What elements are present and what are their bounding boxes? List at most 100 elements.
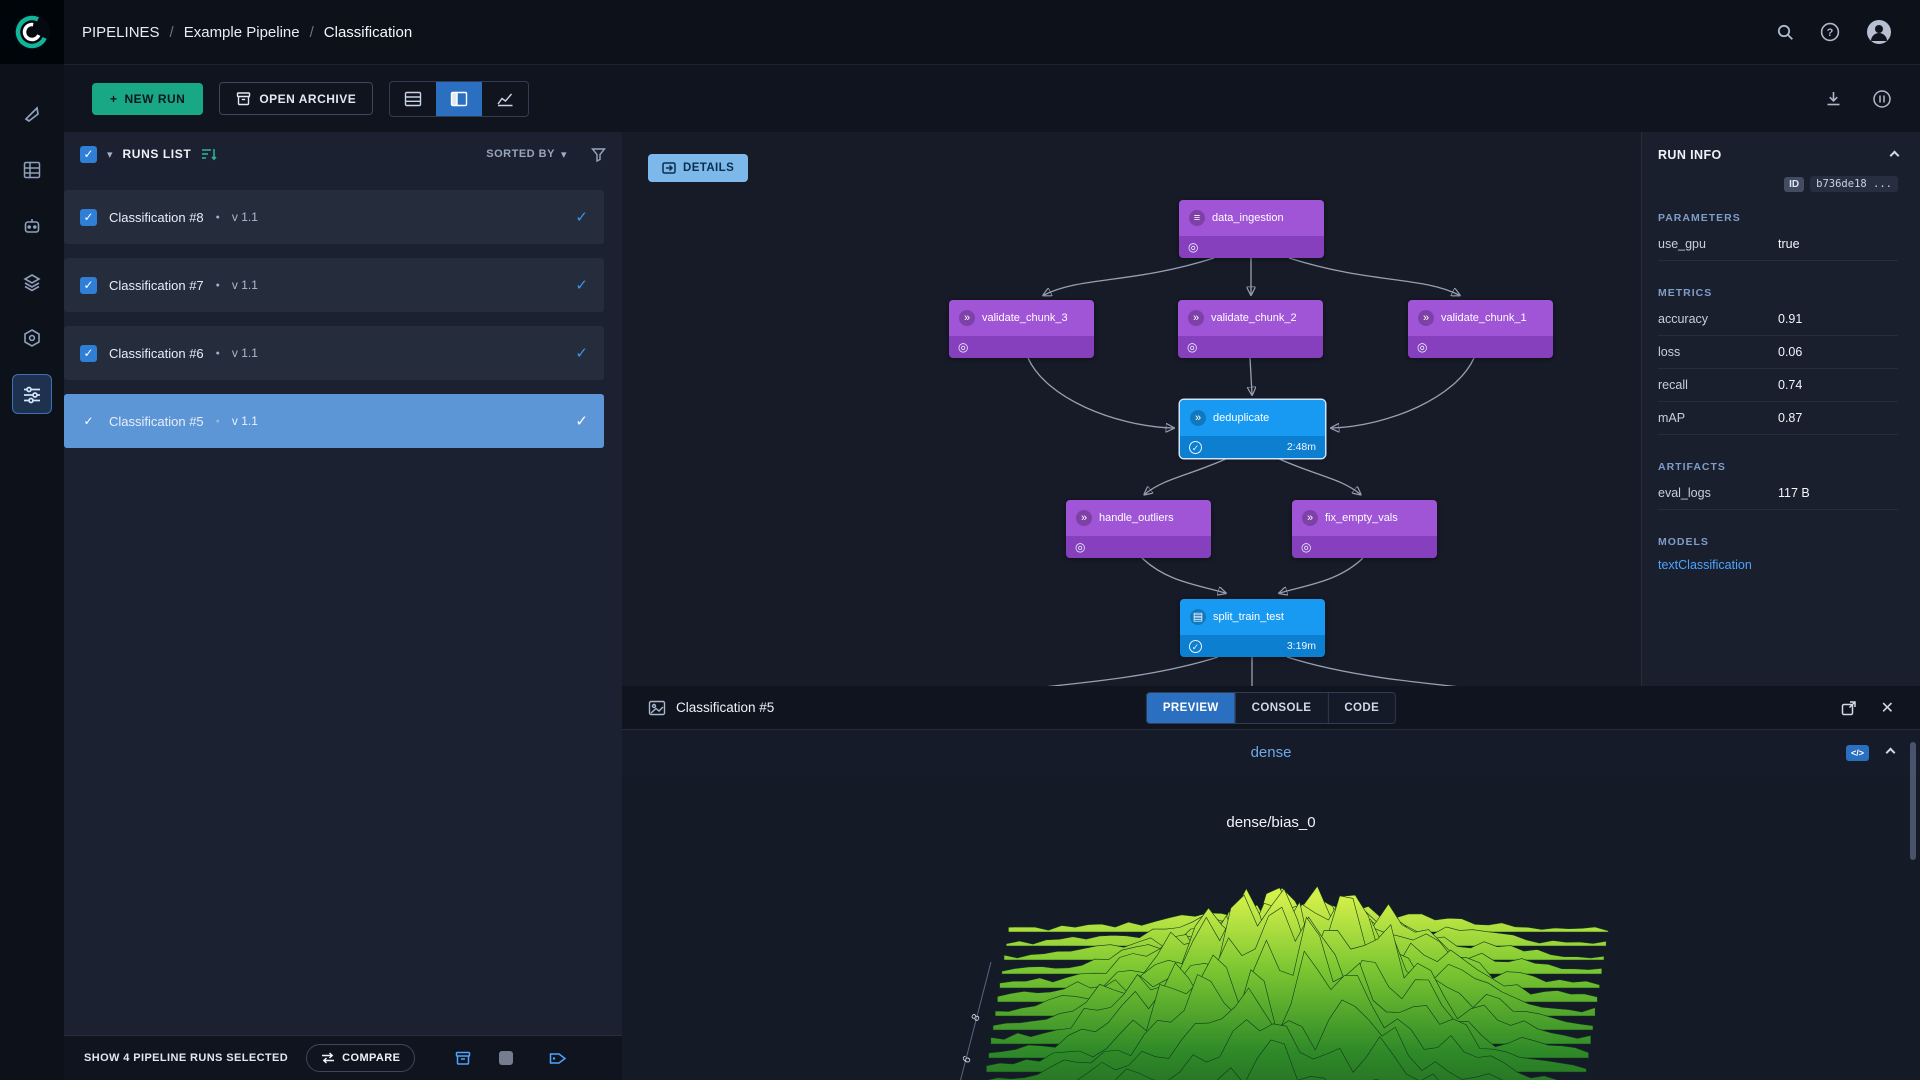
sidebar-item-workers[interactable] (12, 206, 52, 246)
select-all-checkbox[interactable]: ✓ (80, 146, 97, 163)
run-version: v 1.1 (232, 210, 258, 224)
id-value[interactable]: b736de18 ... (1810, 176, 1898, 192)
sort-icon[interactable] (201, 147, 217, 161)
tab-console[interactable]: CONSOLE (1235, 693, 1328, 723)
collapse-chevron-icon[interactable] (1890, 150, 1900, 160)
separator-dot-icon: ● (216, 418, 220, 425)
node-validate-chunk-2[interactable]: »validate_chunk_2 ◎ (1178, 300, 1323, 358)
chevrons-icon: » (959, 310, 975, 326)
node-label: validate_chunk_2 (1211, 312, 1297, 324)
check-circle-icon: ✓ (1189, 441, 1202, 454)
download-icon[interactable] (1825, 90, 1842, 107)
table-view-icon[interactable] (390, 82, 436, 116)
clearml-logo[interactable] (0, 0, 64, 64)
filter-icon[interactable] (591, 147, 606, 162)
info-key: recall (1658, 378, 1778, 392)
open-archive-button[interactable]: OPEN ARCHIVE (219, 82, 373, 115)
selection-count-text: SHOW 4 PIPELINE RUNS SELECTED (84, 1052, 288, 1064)
search-icon[interactable] (1776, 23, 1794, 41)
details-button[interactable]: DETAILS (648, 154, 748, 182)
svg-text:?: ? (1827, 27, 1834, 39)
node-runtime: 3:19m (1287, 640, 1316, 652)
cached-icon: ◎ (1187, 341, 1197, 353)
sidebar-item-layers[interactable] (12, 262, 52, 302)
info-row: eval_logs117 B (1658, 477, 1898, 510)
node-fix-empty-vals[interactable]: »fix_empty_vals ◎ (1292, 500, 1437, 558)
separator-dot-icon: ● (216, 350, 220, 357)
view-toggle (389, 81, 529, 117)
new-run-button[interactable]: + NEW RUN (92, 83, 203, 115)
run-version: v 1.1 (232, 414, 258, 428)
expand-icon[interactable] (1841, 700, 1857, 716)
chevrons-icon: » (1302, 510, 1318, 526)
sidebar-item-datasets[interactable] (12, 150, 52, 190)
archive-selected-icon[interactable] (455, 1050, 471, 1066)
run-row[interactable]: ✓Classification #5●v 1.1✓ (64, 394, 604, 448)
surface-plot[interactable]: 864title (891, 842, 1651, 1080)
check-circle-icon: ✓ (1189, 640, 1202, 653)
run-name: Classification #7 (109, 278, 204, 293)
artifacts-rows: eval_logs117 B (1658, 477, 1898, 510)
compare-label: COMPARE (342, 1052, 400, 1064)
plot-title: dense/bias_0 (622, 814, 1920, 831)
breadcrumb-project[interactable]: Example Pipeline (184, 24, 300, 41)
user-avatar[interactable] (1866, 19, 1892, 45)
run-row[interactable]: ✓Classification #6●v 1.1✓ (64, 326, 604, 380)
code-badge-icon[interactable]: </> (1846, 745, 1869, 761)
separator-dot-icon: ● (216, 282, 220, 289)
close-icon[interactable]: ✕ (1881, 698, 1894, 718)
run-id-row: ID b736de18 ... (1658, 176, 1898, 192)
compare-button[interactable]: COMPARE (306, 1044, 415, 1072)
node-split-train-test[interactable]: ▤split_train_test ✓3:19m (1180, 599, 1325, 657)
run-checkbox[interactable]: ✓ (80, 209, 97, 226)
tag-icon[interactable] (549, 1051, 567, 1066)
chevron-down-icon[interactable]: ▾ (107, 148, 113, 161)
chart-view-icon[interactable] (482, 82, 528, 116)
info-value: 0.87 (1778, 411, 1802, 425)
metric-section-bar[interactable]: dense </> (622, 730, 1920, 776)
sidebar-item-pipelines[interactable] (12, 374, 52, 414)
run-checkbox[interactable]: ✓ (80, 345, 97, 362)
node-label: fix_empty_vals (1325, 512, 1398, 524)
info-value: true (1778, 237, 1800, 251)
image-icon (648, 700, 666, 716)
selection-footer: SHOW 4 PIPELINE RUNS SELECTED COMPARE (64, 1035, 622, 1080)
rocket-icon (22, 104, 42, 124)
split-view-icon[interactable] (436, 82, 482, 116)
breadcrumb-current[interactable]: Classification (324, 24, 412, 41)
node-label: split_train_test (1213, 611, 1284, 623)
info-row: loss0.06 (1658, 336, 1898, 369)
model-link[interactable]: textClassification (1658, 558, 1898, 572)
run-checkbox[interactable]: ✓ (80, 413, 97, 430)
cached-icon: ◎ (1417, 341, 1427, 353)
id-badge: ID (1784, 177, 1804, 192)
scrollbar-thumb[interactable] (1910, 742, 1916, 860)
artifacts-label: ARTIFACTS (1658, 461, 1898, 473)
sidebar-item-projects[interactable] (12, 94, 52, 134)
collapse-chevron-icon[interactable] (1886, 748, 1896, 758)
tab-preview[interactable]: PREVIEW (1147, 693, 1235, 723)
runs-list: ✓Classification #8●v 1.1✓✓Classification… (64, 190, 622, 448)
metrics-rows: accuracy0.91loss0.06recall0.74mAP0.87 (1658, 303, 1898, 435)
info-key: loss (1658, 345, 1778, 359)
node-data-ingestion[interactable]: ≡data_ingestion ◎ (1179, 200, 1324, 258)
queue-icon[interactable] (1872, 89, 1892, 109)
node-validate-chunk-3[interactable]: »validate_chunk_3 ◎ (949, 300, 1094, 358)
tab-code[interactable]: CODE (1327, 693, 1395, 723)
compare-arrows-icon (321, 1052, 335, 1064)
help-icon[interactable]: ? (1820, 22, 1840, 42)
breadcrumb-pipelines[interactable]: PIPELINES (82, 24, 160, 41)
run-checkbox[interactable]: ✓ (80, 277, 97, 294)
sorted-by-label: SORTED BY (486, 148, 555, 160)
hexagon-icon (22, 328, 42, 348)
sidebar-item-reports[interactable] (12, 318, 52, 358)
node-deduplicate[interactable]: »deduplicate ✓2:48m (1180, 400, 1325, 458)
node-validate-chunk-1[interactable]: »validate_chunk_1 ◎ (1408, 300, 1553, 358)
sorted-by-control[interactable]: SORTED BY ▾ (486, 148, 567, 161)
abort-icon[interactable] (499, 1051, 513, 1065)
node-handle-outliers[interactable]: »handle_outliers ◎ (1066, 500, 1211, 558)
run-row[interactable]: ✓Classification #7●v 1.1✓ (64, 258, 604, 312)
run-row[interactable]: ✓Classification #8●v 1.1✓ (64, 190, 604, 244)
preview-run-title: Classification #5 (676, 700, 774, 715)
parameters-rows: use_gputrue (1658, 228, 1898, 261)
